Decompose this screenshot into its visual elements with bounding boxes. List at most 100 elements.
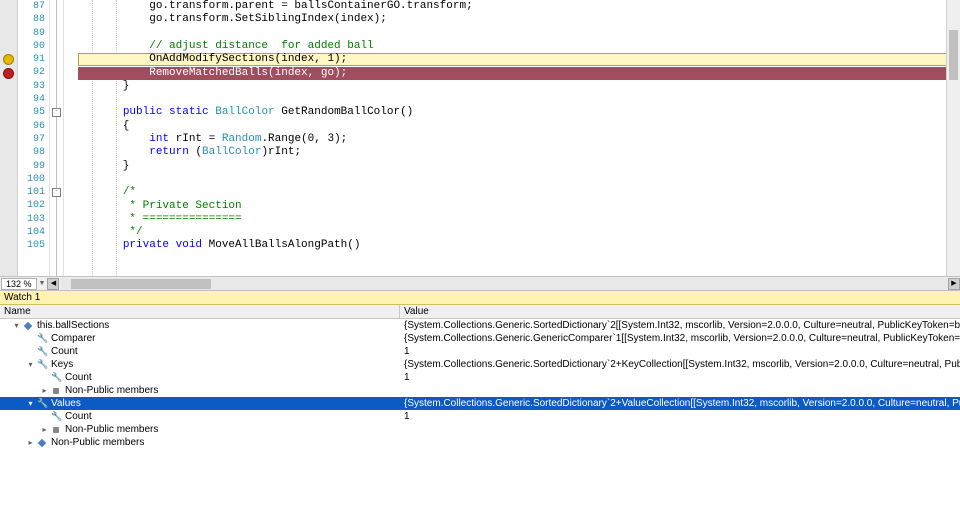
- code-line[interactable]: {: [64, 120, 960, 133]
- code-line[interactable]: [64, 27, 960, 40]
- wrench-icon: [51, 372, 63, 384]
- line-number: 89: [18, 27, 45, 40]
- code-line[interactable]: [64, 173, 960, 186]
- code-line[interactable]: OnAddModifySections(index, 1);: [64, 53, 960, 66]
- watch-row-value: 1: [400, 410, 960, 423]
- watch-row-name[interactable]: ▾ Values: [0, 397, 400, 410]
- watch-row-name[interactable]: ▸ Non-Public members: [0, 423, 400, 436]
- watch-column-value[interactable]: Value: [400, 305, 960, 318]
- watch-item-name: Comparer: [51, 332, 95, 345]
- code-line[interactable]: go.transform.parent = ballsContainerGO.t…: [64, 0, 960, 13]
- expander-icon[interactable]: ▸: [40, 386, 49, 395]
- watch-row-value: 1: [400, 371, 960, 384]
- watch-row-name[interactable]: Count: [0, 371, 400, 384]
- scroll-left-arrow[interactable]: ◀: [47, 278, 59, 290]
- watch-column-name[interactable]: Name: [0, 305, 400, 318]
- breakpoint-gutter[interactable]: [0, 0, 18, 276]
- watch-rows[interactable]: ▾ this.ballSections {System.Collections.Ge…: [0, 319, 960, 449]
- expander-icon[interactable]: ▾: [12, 321, 21, 330]
- expander-icon[interactable]: ▸: [26, 438, 35, 447]
- fold-gutter[interactable]: --: [50, 0, 64, 276]
- zoom-dropdown-icon[interactable]: ▼: [37, 280, 48, 287]
- watch-row-value: [400, 436, 960, 449]
- watch-row-name[interactable]: ▾ Keys: [0, 358, 400, 371]
- scrollbar-thumb[interactable]: [71, 279, 211, 289]
- editor-status-bar: 132 % ▼ ◀ ▶: [0, 276, 960, 290]
- watch-item-name: Count: [65, 410, 92, 423]
- code-editor[interactable]: 8788899091929394959697989910010110210310…: [0, 0, 960, 276]
- code-line[interactable]: int rInt = Random.Range(0, 3);: [64, 133, 960, 146]
- watch-panel-title[interactable]: Watch 1: [0, 291, 960, 305]
- watch-row[interactable]: Count 1: [0, 410, 960, 423]
- watch-row[interactable]: Count 1: [0, 371, 960, 384]
- watch-row[interactable]: ▾ Keys {System.Collections.Generic.SortedD…: [0, 358, 960, 371]
- watch-row-value: [400, 384, 960, 397]
- expander-icon[interactable]: ▸: [40, 425, 49, 434]
- line-number: 98: [18, 146, 45, 159]
- code-line[interactable]: go.transform.SetSiblingIndex(index);: [64, 13, 960, 26]
- code-line[interactable]: * Private Section: [64, 200, 960, 213]
- line-number: 91: [18, 53, 45, 66]
- line-number: 93: [18, 80, 45, 93]
- watch-row-value: 1: [400, 345, 960, 358]
- watch-row[interactable]: ▸Non-Public members: [0, 436, 960, 449]
- watch-row[interactable]: ▾this.ballSections{System.Collections.Ge…: [0, 319, 960, 332]
- code-line[interactable]: }: [64, 80, 960, 93]
- watch-row-name[interactable]: Count: [0, 410, 400, 423]
- code-line[interactable]: public static BallColor GetRandomBallCol…: [64, 106, 960, 119]
- fold-toggle[interactable]: -: [52, 108, 61, 117]
- code-line[interactable]: // adjust distance for added ball: [64, 40, 960, 53]
- scrollbar-thumb[interactable]: [949, 30, 958, 80]
- wrench-icon: [51, 411, 63, 423]
- watch-item-name: Non-Public members: [65, 423, 158, 436]
- code-line[interactable]: RemoveMatchedBalls(index, go);: [64, 67, 960, 80]
- line-number: 101: [18, 186, 45, 199]
- code-line[interactable]: private void MoveAllBallsAlongPath(): [64, 239, 960, 252]
- line-number: 99: [18, 160, 45, 173]
- watch-panel[interactable]: Watch 1 Name Value ▾ this.ballSections {Sy…: [0, 290, 960, 513]
- line-number: 88: [18, 13, 45, 26]
- watch-row[interactable]: ▸Non-Public members: [0, 384, 960, 397]
- watch-row[interactable]: ▾Values{System.Collections.Generic.Sorte…: [0, 397, 960, 410]
- watch-row-name[interactable]: Comparer: [0, 332, 400, 345]
- watch-item-name: Keys: [51, 358, 73, 371]
- wrench-icon: [37, 333, 49, 345]
- vertical-scrollbar[interactable]: [946, 0, 960, 276]
- watch-header[interactable]: Name Value: [0, 305, 960, 319]
- fold-toggle[interactable]: -: [52, 188, 61, 197]
- expander-icon: [26, 334, 35, 343]
- scroll-right-arrow[interactable]: ▶: [948, 278, 960, 290]
- watch-row-value: {System.Collections.Generic.SortedDictio…: [400, 358, 960, 371]
- watch-item-name: this.ballSections: [37, 319, 109, 332]
- watch-row[interactable]: Comparer{System.Collections.Generic.Gene…: [0, 332, 960, 345]
- line-number: 87: [18, 0, 45, 13]
- line-number: 103: [18, 213, 45, 226]
- expander-icon: [40, 373, 49, 382]
- expander-icon[interactable]: ▾: [26, 399, 35, 408]
- code-area[interactable]: go.transform.parent = ballsContainerGO.t…: [64, 0, 960, 276]
- code-line[interactable]: /*: [64, 186, 960, 199]
- zoom-level[interactable]: 132 %: [1, 278, 37, 290]
- watch-row-name[interactable]: Count: [0, 345, 400, 358]
- current-statement-marker[interactable]: [3, 54, 14, 65]
- watch-item-name: Values: [51, 397, 81, 410]
- code-line[interactable]: * ===============: [64, 213, 960, 226]
- code-line[interactable]: */: [64, 226, 960, 239]
- watch-item-name: Count: [51, 345, 78, 358]
- code-line[interactable]: [64, 93, 960, 106]
- code-line[interactable]: return (BallColor)rInt;: [64, 146, 960, 159]
- watch-row[interactable]: ▸ Non-Public members: [0, 423, 960, 436]
- wrench-icon: [37, 346, 49, 358]
- watch-row-name[interactable]: ▸Non-Public members: [0, 384, 400, 397]
- expander-icon: [26, 347, 35, 356]
- breakpoint-marker[interactable]: [3, 68, 14, 79]
- watch-row-name[interactable]: ▾ this.ballSections: [0, 319, 400, 332]
- expander-icon[interactable]: ▾: [26, 360, 35, 369]
- watch-row-name[interactable]: ▸Non-Public members: [0, 436, 400, 449]
- wrench-icon: [37, 398, 49, 410]
- line-number: 104: [18, 226, 45, 239]
- watch-row[interactable]: Count 1: [0, 345, 960, 358]
- horizontal-scrollbar[interactable]: [61, 278, 948, 290]
- watch-item-name: Count: [65, 371, 92, 384]
- code-line[interactable]: }: [64, 160, 960, 173]
